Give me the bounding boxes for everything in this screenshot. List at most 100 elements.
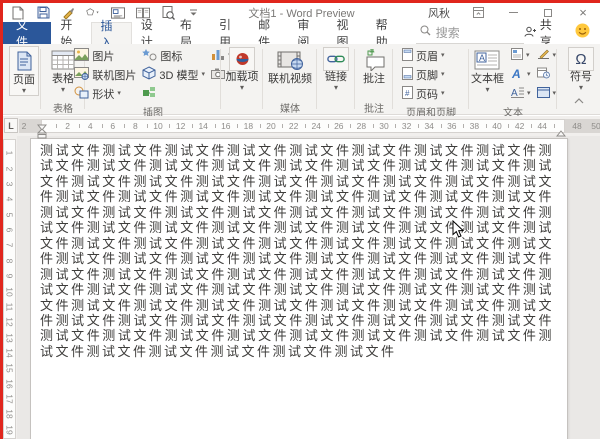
person-icon [524, 26, 536, 41]
ruler-tick [260, 124, 261, 128]
new-comment-button[interactable]: 批注 [358, 46, 390, 87]
minimize-button[interactable] [506, 7, 520, 19]
wordart-button[interactable]: A ▾ [508, 65, 534, 84]
ruler-number: 26 [331, 121, 347, 131]
right-indent-marker[interactable] [556, 124, 566, 142]
addins-button[interactable]: 加载项 ▾ [222, 46, 263, 92]
hanging-indent-marker[interactable] [37, 126, 47, 144]
ruler-number: 12 [173, 121, 189, 131]
shapes-button[interactable]: 形状 ▾ [71, 84, 139, 103]
page-number-button[interactable]: # 页码 ▾ [399, 84, 448, 103]
icons-icon [142, 48, 157, 64]
chevron-down-icon: ▾ [240, 84, 244, 91]
tab-布局[interactable]: 布局 [171, 22, 210, 44]
object-button[interactable]: ▾ [534, 84, 560, 103]
ruler-number: 9 [5, 271, 15, 282]
collapse-ribbon-icon[interactable] [574, 91, 584, 109]
quick-parts-icon [511, 48, 523, 63]
addins-icon [229, 47, 255, 71]
ruler-number: 2 [5, 163, 15, 174]
ruler-tick [328, 124, 329, 128]
ribbon-display-options-icon[interactable] [471, 7, 485, 19]
tab-邮件[interactable]: 邮件 [249, 22, 288, 44]
group-label-media: 媒体 [280, 99, 300, 114]
ruler-number: 36 [444, 121, 460, 131]
chevron-down-icon: ▾ [553, 90, 557, 97]
ruler-tick [554, 124, 555, 128]
tab-设计[interactable]: 设计 [132, 22, 171, 44]
document-page[interactable]: 测试文件测试文件测试文件测试文件测试文件测试文件测试文件测试文件测试文件测试文件… [30, 138, 568, 439]
ruler-tick [192, 124, 193, 128]
word-window: 文档1 - Word Preview 风秋 × 文件 开始插入设计布局引用邮件审… [0, 0, 600, 439]
ruler-tick [124, 124, 125, 128]
ruler-tick [531, 124, 532, 128]
group-label-comments: 批注 [364, 99, 384, 114]
vertical-ruler: 12345678910111213141516171819 [3, 136, 17, 439]
header-button[interactable]: 页眉 ▾ [399, 46, 448, 65]
chevron-down-icon: ▾ [202, 71, 206, 78]
ruler-number: 6 [105, 121, 121, 131]
smartart-icon [142, 86, 157, 102]
smartart-button[interactable] [139, 84, 208, 103]
date-time-button[interactable] [534, 65, 560, 84]
ruler-number: 3 [5, 179, 15, 190]
ruler-number: 16 [218, 121, 234, 131]
ribbon-group-addins: 加载项 ▾ [221, 44, 263, 114]
footer-button[interactable]: 页脚 ▾ [399, 65, 448, 84]
drop-cap-button[interactable]: A ▾ [508, 84, 534, 103]
tab-帮助[interactable]: 帮助 [367, 22, 406, 44]
ruler-tick [56, 124, 57, 128]
date-time-icon [537, 67, 550, 82]
annotation-line-top [0, 0, 600, 3]
3d-models-button[interactable]: 3D 模型 ▾ [139, 65, 208, 84]
ruler-tick [102, 124, 103, 128]
tab-插入[interactable]: 插入 [91, 22, 132, 44]
chevron-down-icon: ▾ [22, 87, 26, 94]
wordart-icon: A [511, 67, 524, 82]
ruler-tick [441, 124, 442, 128]
textbox-icon: A [474, 47, 500, 73]
symbol-button[interactable]: Ω 符号 ▾ [564, 46, 598, 92]
document-body-text[interactable]: 测试文件测试文件测试文件测试文件测试文件测试文件测试文件测试文件测试文件测试文件… [31, 139, 567, 360]
link-button[interactable]: 链接 ▾ [319, 46, 353, 92]
user-name[interactable]: 风秋 [428, 5, 450, 21]
pages-button[interactable]: 页面 ▾ [9, 46, 39, 96]
3d-model-icon [142, 66, 156, 83]
ruler-tick [463, 124, 464, 128]
online-pictures-button[interactable]: 联机图片 [71, 65, 139, 84]
signature-line-button[interactable]: ▾ [534, 46, 560, 65]
search-box[interactable]: 搜索 [416, 22, 524, 44]
tab-strip: 开始插入设计布局引用邮件审阅视图帮助 [51, 22, 405, 44]
draw-shape-icon[interactable] [86, 6, 100, 20]
print-preview-icon[interactable] [161, 6, 175, 20]
quick-parts-button[interactable]: ▾ [508, 46, 534, 65]
online-video-button[interactable]: 联机视频 [264, 46, 316, 87]
tab-视图[interactable]: 视图 [327, 22, 366, 44]
chevron-down-icon: ▾ [579, 84, 583, 91]
ruler-tick [79, 124, 80, 128]
ruler-number: 19 [5, 424, 15, 435]
icons-button[interactable]: 图标 [139, 46, 208, 65]
group-label-table: 表格 [53, 99, 73, 114]
smiley-feedback-icon[interactable] [575, 23, 590, 43]
tab-引用[interactable]: 引用 [210, 22, 249, 44]
pictures-button[interactable]: 图片 [71, 46, 139, 65]
chevron-down-icon: ▾ [553, 52, 557, 59]
tab-审阅[interactable]: 审阅 [288, 22, 327, 44]
shapes-icon [74, 86, 89, 102]
ruler-number: 4 [5, 194, 15, 205]
textbox-button[interactable]: A 文本框 ▾ [467, 46, 508, 94]
ribbon-group-media: 联机视频 媒体 [263, 44, 317, 114]
ruler-number: 10 [5, 286, 15, 297]
ruler-number: 18 [5, 409, 15, 420]
svg-text:A: A [511, 88, 518, 98]
comment-icon [362, 47, 386, 73]
tab-开始[interactable]: 开始 [51, 22, 90, 44]
chevron-down-icon: ▾ [441, 52, 445, 59]
svg-text:A: A [479, 53, 485, 63]
close-button[interactable]: × [576, 7, 590, 19]
ruler-number: 38 [466, 121, 482, 131]
ruler-margin-number: 2 [16, 121, 32, 131]
ruler-tick [373, 124, 374, 128]
tab-file[interactable]: 文件 [3, 22, 51, 44]
